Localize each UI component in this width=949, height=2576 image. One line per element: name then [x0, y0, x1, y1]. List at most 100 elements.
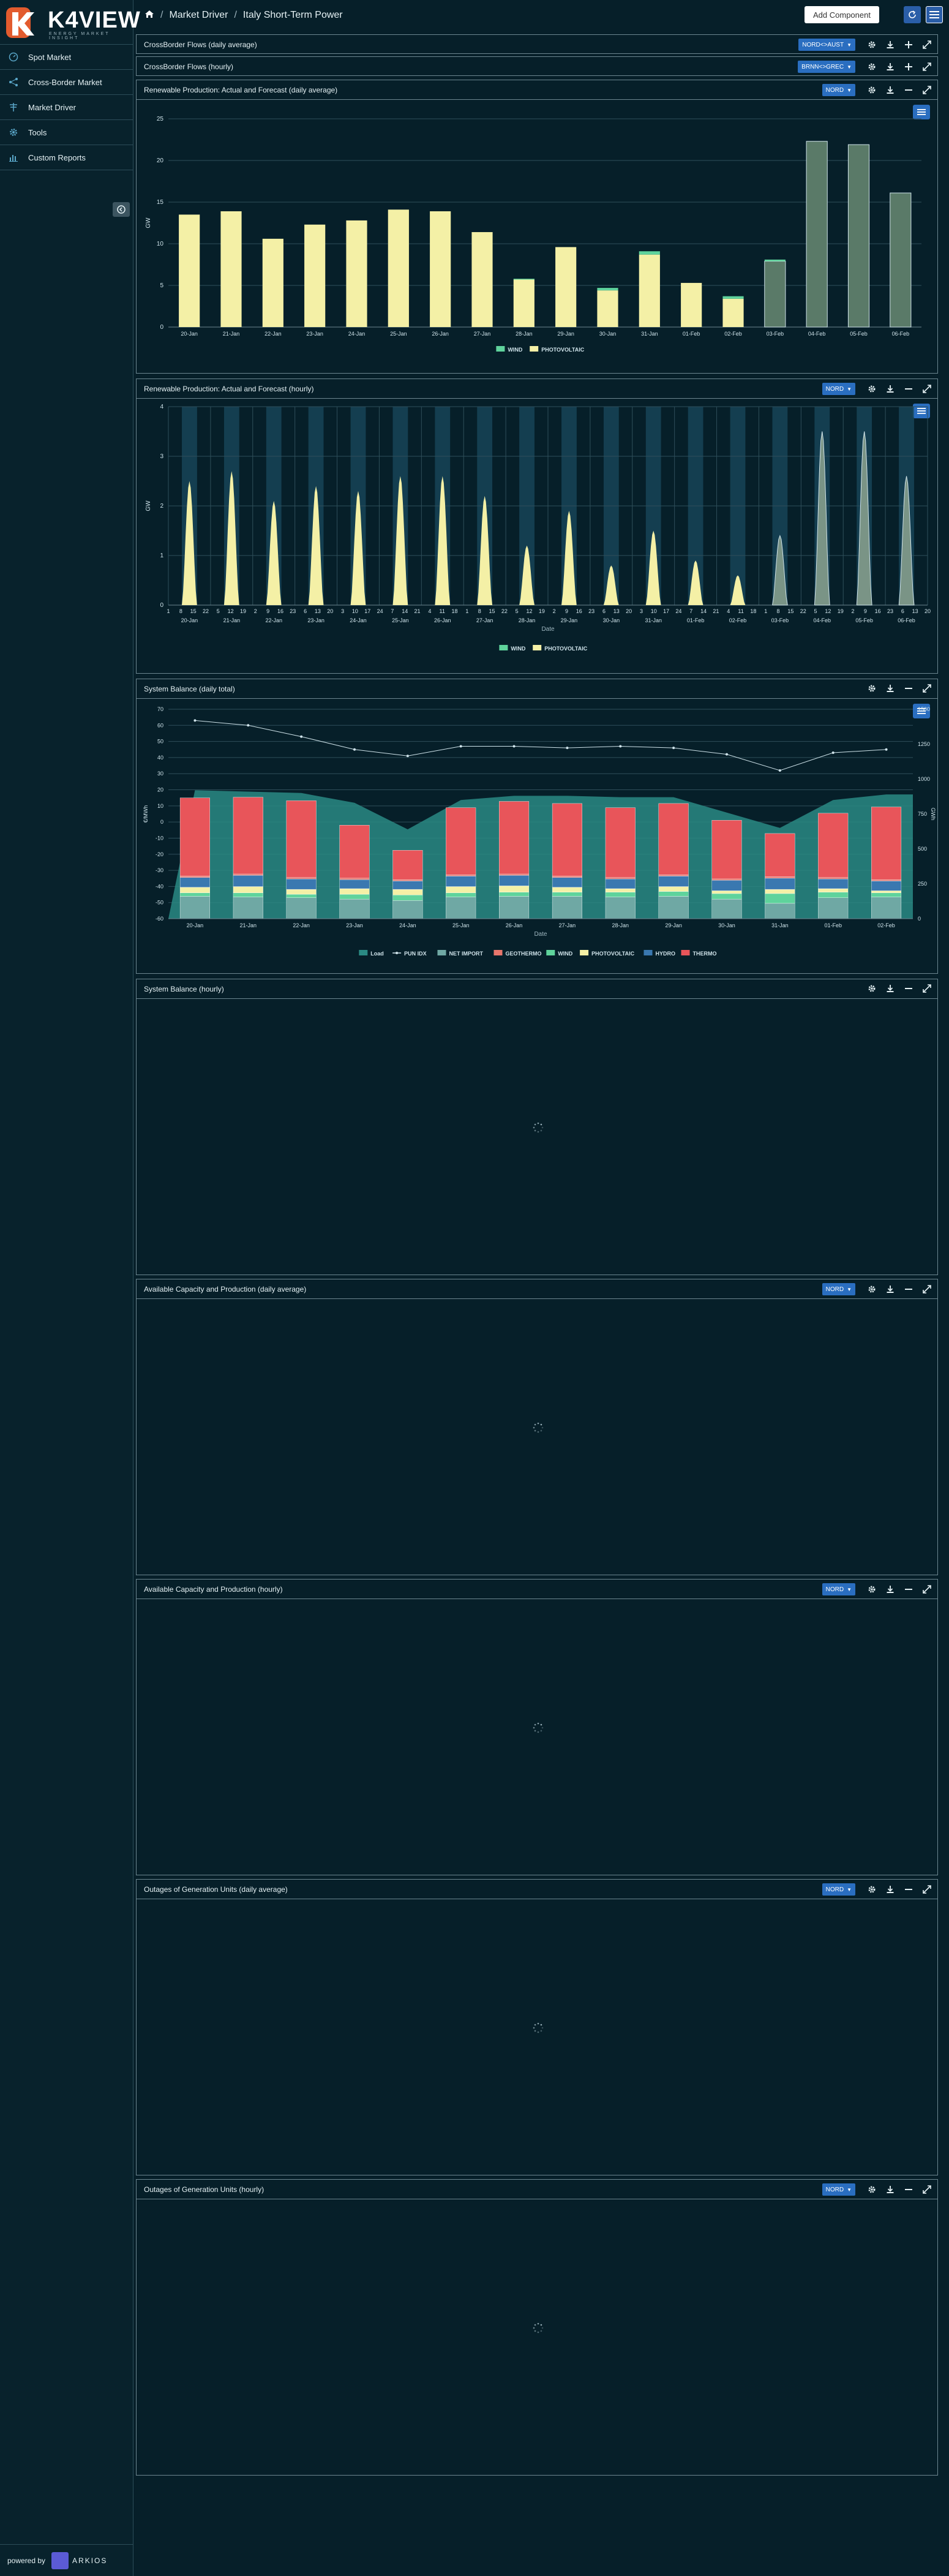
bar-photovoltaic[interactable] [847, 144, 870, 328]
point-pun-idx[interactable] [831, 751, 835, 755]
zone-select[interactable]: NORD ▼ [822, 1583, 855, 1595]
bar-hydro[interactable] [765, 878, 795, 890]
sidebar-item-custom-reports[interactable]: Custom Reports [0, 145, 133, 170]
bar-wind[interactable] [605, 892, 636, 897]
bar-thermo[interactable] [552, 803, 582, 876]
bar-thermo[interactable] [818, 813, 849, 878]
legend-swatch[interactable] [493, 950, 503, 955]
bar-wind[interactable] [765, 893, 795, 904]
legend-swatch[interactable] [499, 645, 508, 650]
bar-geothermo[interactable] [658, 874, 689, 876]
zone-select[interactable]: NORD ▼ [822, 1283, 855, 1295]
bar-photovoltaic[interactable] [392, 889, 423, 895]
bar-wind[interactable] [639, 251, 660, 255]
minimize-icon[interactable] [903, 1884, 914, 1895]
bar-net-import[interactable] [818, 897, 849, 919]
bar-thermo[interactable] [871, 807, 902, 880]
settings-icon[interactable] [866, 383, 877, 394]
bar-photovoltaic[interactable] [179, 214, 200, 327]
bar-geothermo[interactable] [286, 877, 317, 879]
download-icon[interactable] [885, 1884, 896, 1895]
download-icon[interactable] [885, 85, 896, 96]
bar-thermo[interactable] [286, 800, 317, 878]
bar-photovoltaic[interactable] [446, 886, 476, 894]
bar-wind[interactable] [339, 894, 370, 900]
bar-geothermo[interactable] [552, 876, 582, 878]
bar-net-import[interactable] [446, 897, 476, 919]
download-icon[interactable] [885, 61, 896, 72]
bar-hydro[interactable] [179, 877, 210, 887]
settings-icon[interactable] [866, 61, 877, 72]
bar-thermo[interactable] [765, 833, 795, 877]
bar-net-import[interactable] [765, 903, 795, 919]
bar-wind[interactable] [658, 891, 689, 897]
minimize-icon[interactable] [903, 983, 914, 994]
minimize-icon[interactable] [903, 1584, 914, 1595]
bar-hydro[interactable] [446, 876, 476, 887]
settings-icon[interactable] [866, 39, 877, 50]
legend-swatch[interactable] [533, 645, 542, 650]
point-pun-idx[interactable] [672, 747, 675, 750]
bar-photovoltaic[interactable] [722, 298, 744, 327]
settings-icon[interactable] [866, 983, 877, 994]
bar-photovoltaic[interactable] [179, 887, 210, 894]
bar-photovoltaic[interactable] [220, 211, 242, 327]
bar-geothermo[interactable] [392, 879, 423, 881]
zone-select[interactable]: NORD ▼ [822, 84, 855, 96]
bar-net-import[interactable] [658, 896, 689, 919]
point-pun-idx[interactable] [193, 719, 197, 722]
point-pun-idx[interactable] [778, 769, 781, 772]
minimize-icon[interactable] [903, 683, 914, 694]
settings-icon[interactable] [866, 1584, 877, 1595]
bar-photovoltaic[interactable] [871, 891, 902, 894]
bar-photovoltaic[interactable] [711, 891, 742, 894]
bar-thermo[interactable] [446, 807, 476, 875]
bar-geothermo[interactable] [818, 877, 849, 879]
bar-hydro[interactable] [658, 876, 689, 887]
bar-photovoltaic[interactable] [346, 220, 367, 327]
legend-swatch[interactable] [530, 346, 539, 352]
fullscreen-icon[interactable] [921, 61, 932, 72]
fullscreen-icon[interactable] [921, 1584, 932, 1595]
bar-hydro[interactable] [339, 879, 370, 889]
bar-photovoltaic[interactable] [339, 888, 370, 895]
bar-wind[interactable] [722, 296, 744, 299]
bar-photovoltaic[interactable] [764, 261, 786, 328]
point-pun-idx[interactable] [619, 745, 622, 748]
bar-photovoltaic[interactable] [681, 282, 702, 327]
fullscreen-icon[interactable] [921, 683, 932, 694]
bar-wind[interactable] [552, 892, 582, 897]
line-pun-idx[interactable] [195, 720, 887, 771]
legend-swatch[interactable] [359, 950, 368, 955]
point-pun-idx[interactable] [300, 735, 303, 738]
expand-plus-icon[interactable] [903, 61, 914, 72]
bar-photovoltaic[interactable] [597, 290, 618, 327]
bar-photovoltaic[interactable] [765, 889, 795, 894]
settings-icon[interactable] [866, 1884, 877, 1895]
bar-hydro[interactable] [711, 880, 742, 891]
point-pun-idx[interactable] [566, 747, 569, 750]
fullscreen-icon[interactable] [921, 383, 932, 394]
menu-button[interactable] [926, 6, 943, 23]
refresh-button[interactable] [904, 6, 921, 23]
bar-geothermo[interactable] [711, 878, 742, 881]
bar-wind[interactable] [446, 892, 476, 897]
point-pun-idx[interactable] [885, 748, 888, 751]
legend-swatch[interactable] [437, 950, 446, 955]
bar-net-import[interactable] [552, 896, 582, 919]
sidebar-item-cross-border-market[interactable]: Cross-Border Market [0, 70, 133, 95]
bar-wind[interactable] [764, 259, 786, 262]
bar-geothermo[interactable] [446, 874, 476, 876]
bar-wind[interactable] [233, 892, 263, 897]
bar-hydro[interactable] [392, 881, 423, 890]
bar-net-import[interactable] [339, 898, 370, 919]
bar-geothermo[interactable] [233, 873, 263, 876]
bar-photovoltaic[interactable] [513, 279, 535, 327]
bar-geothermo[interactable] [179, 876, 210, 878]
minimize-icon[interactable] [903, 2184, 914, 2195]
bar-photovoltaic[interactable] [890, 192, 912, 328]
bar-hydro[interactable] [286, 878, 317, 890]
settings-icon[interactable] [866, 85, 877, 96]
fullscreen-icon[interactable] [921, 2184, 932, 2195]
bar-photovoltaic[interactable] [639, 254, 660, 327]
